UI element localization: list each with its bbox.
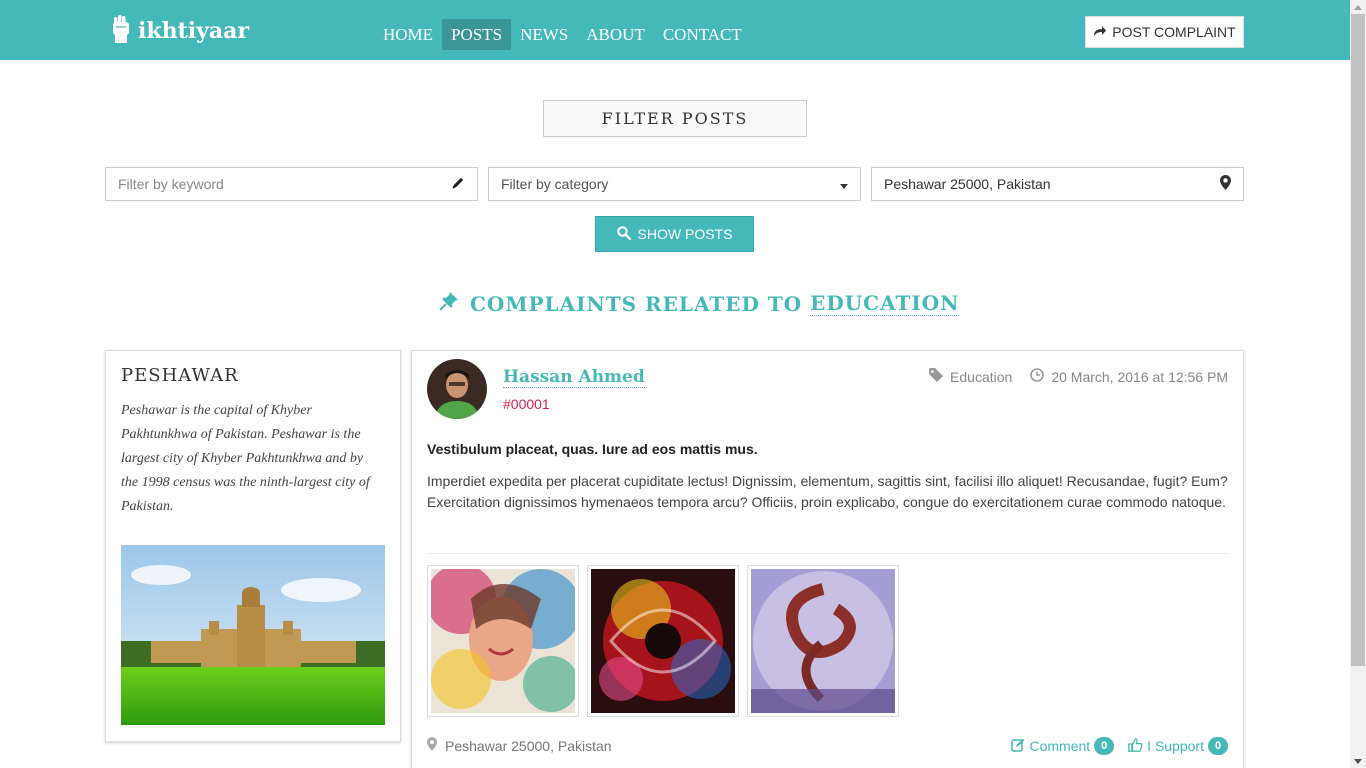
author-name-link[interactable]: Hassan Ahmed	[503, 367, 645, 388]
pencil-icon	[451, 176, 465, 193]
show-posts-label: SHOW POSTS	[637, 226, 733, 242]
nav-contact[interactable]: CONTACT	[654, 19, 751, 50]
scrollbar-thumb[interactable]	[1351, 14, 1365, 666]
show-posts-button[interactable]: SHOW POSTS	[595, 216, 754, 252]
post-meta: Education 20 March, 2016 at 12:56 PM	[911, 368, 1228, 385]
location-value: Peshawar 25000, Pakistan	[884, 176, 1051, 192]
post-category[interactable]: Education	[929, 368, 1012, 385]
heading-category-link[interactable]: EDUCATION	[810, 291, 960, 316]
city-description: Peshawar is the capital of Khyber Pakhtu…	[121, 403, 370, 514]
post-date-label: 20 March, 2016 at 12:56 PM	[1051, 368, 1228, 385]
category-selected-value: Filter by category	[501, 176, 609, 192]
support-label: I Support	[1147, 738, 1204, 754]
fist-icon	[110, 13, 138, 49]
post-complaint-button[interactable]: POST COMPLAINT	[1085, 16, 1244, 48]
caret-down-icon	[840, 176, 848, 192]
search-icon	[616, 225, 638, 243]
map-marker-icon[interactable]	[1220, 175, 1231, 193]
post-id: #00001	[503, 396, 550, 412]
clock-icon	[1030, 368, 1051, 385]
post-location: Peshawar 25000, Pakistan	[427, 737, 612, 754]
top-navbar: ikhtiyaar HOME POSTS NEWS ABOUT CONTACT …	[0, 0, 1350, 60]
post-divider	[427, 553, 1229, 554]
share-arrow-icon	[1093, 24, 1112, 40]
category-filter-select[interactable]: Filter by category	[488, 167, 861, 201]
nav-about[interactable]: ABOUT	[577, 19, 654, 50]
post-lead-text: Vestibulum placeat, quas. Iure ad eos ma…	[427, 441, 758, 457]
scroll-down-arrow[interactable]	[1350, 754, 1366, 768]
city-name: PESHAWAR	[121, 365, 239, 386]
post-category-label: Education	[950, 368, 1013, 385]
map-marker-icon	[427, 737, 445, 754]
filter-posts-title: FILTER POSTS	[543, 100, 807, 137]
post-actions: Comment 0 I Support 0	[997, 737, 1228, 755]
city-photo	[121, 545, 385, 725]
pin-icon	[438, 290, 470, 317]
location-filter-input[interactable]: Peshawar 25000, Pakistan	[871, 167, 1244, 201]
nav-home[interactable]: HOME	[374, 19, 442, 50]
post-location-label: Peshawar 25000, Pakistan	[445, 737, 612, 754]
keyword-filter-input[interactable]: Filter by keyword	[105, 167, 478, 201]
post-image-thumbnail-3[interactable]	[747, 565, 899, 717]
comment-count-badge: 0	[1094, 737, 1115, 755]
heading-prefix: COMPLAINTS RELATED TO	[470, 291, 803, 316]
scroll-up-arrow[interactable]	[1350, 0, 1366, 14]
comment-button[interactable]: Comment 0	[1011, 737, 1115, 755]
post-date: 20 March, 2016 at 12:56 PM	[1030, 368, 1228, 385]
nav-news[interactable]: NEWS	[511, 19, 577, 50]
comment-label: Comment	[1029, 738, 1091, 754]
support-button[interactable]: I Support 0	[1128, 737, 1228, 755]
tag-icon	[929, 368, 950, 385]
keyword-placeholder: Filter by keyword	[118, 176, 224, 192]
city-info-card: PESHAWAR Peshawar is the capital of Khyb…	[105, 350, 401, 742]
complaint-post-card: Hassan Ahmed #00001 Education 20 March, …	[411, 350, 1244, 768]
support-count-badge: 0	[1208, 737, 1228, 755]
main-nav: HOME POSTS NEWS ABOUT CONTACT	[374, 19, 751, 50]
edit-icon	[1011, 738, 1029, 755]
complaints-heading: COMPLAINTS RELATED TO EDUCATION	[438, 290, 960, 317]
nav-posts[interactable]: POSTS	[442, 19, 512, 50]
brand-logo[interactable]: ikhtiyaar	[110, 13, 249, 49]
thumbs-up-icon	[1128, 737, 1147, 755]
post-image-thumbnail-2[interactable]	[587, 565, 739, 717]
post-complaint-label: POST COMPLAINT	[1112, 24, 1236, 40]
avatar[interactable]	[427, 359, 487, 419]
post-image-thumbnail-1[interactable]	[427, 565, 579, 717]
brand-name: ikhtiyaar	[138, 18, 249, 44]
post-body-text: Imperdiet expedita per placerat cupidita…	[427, 473, 1228, 510]
